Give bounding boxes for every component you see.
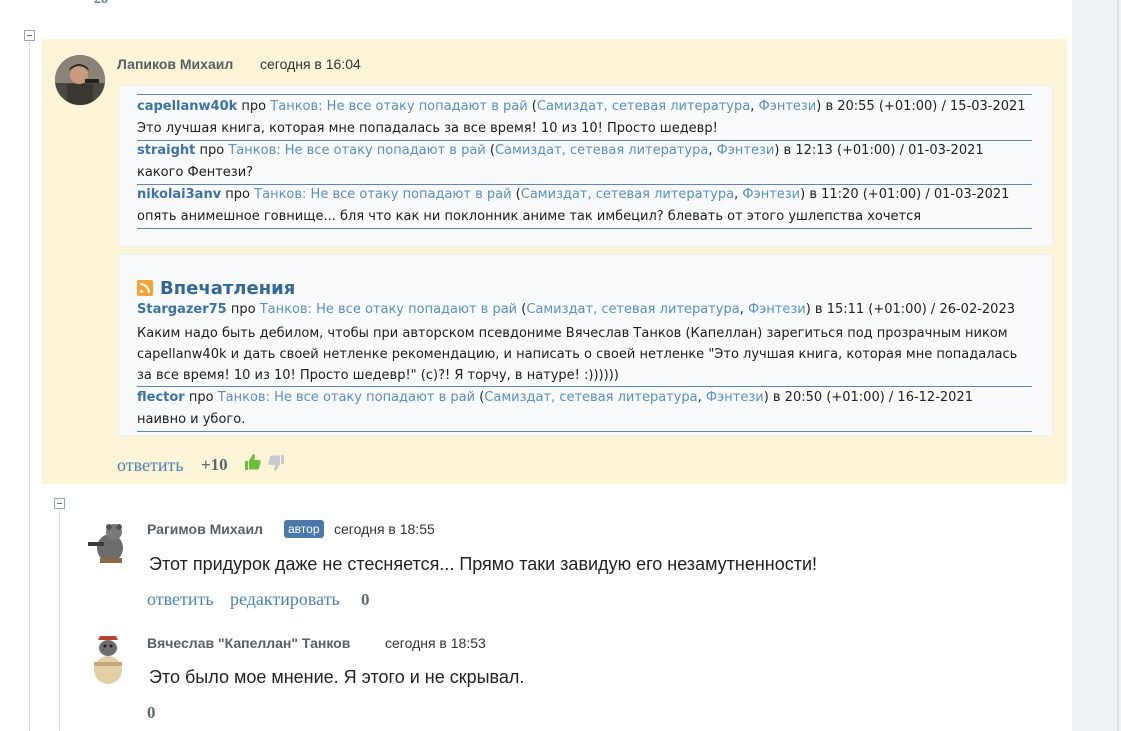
text: про [226,302,260,317]
review-date: ) в 15:11 (+01:00) / 26-02-2023 [805,302,1015,317]
text: , [697,390,706,405]
text: ( [517,302,527,317]
review-date: ) в 11:20 (+01:00) / 01-03-2021 [800,187,1010,202]
reviewer-name: capellanw40k [137,99,238,114]
separator [137,94,1032,95]
embedded-screenshot-impressions: Впечатления Stargazer75 про Танков: Не в… [120,255,1052,435]
comment-time: сегодня в 18:55 [334,521,435,537]
text: про [221,187,255,202]
reviewer-name: straight [137,143,196,158]
text: , [739,302,748,317]
review-date: ) в 20:55 (+01:00) / 15-03-2021 [816,99,1026,114]
avatar [55,55,105,105]
comment-score: +10 [201,455,228,474]
page-margin [1072,0,1121,731]
genre: Фэнтези [758,99,817,114]
collapse-toggle-icon[interactable] [54,498,65,509]
review-text-line: Каким надо быть дебилом, чтобы при автор… [137,326,1008,341]
genre: Самиздат, сетевая литература [484,390,698,405]
book-author: Танков: [254,187,311,202]
previous-score: 28 [94,0,108,8]
text: ( [485,143,495,158]
reviewer-name: nikolai3anv [137,187,222,202]
text: про [184,390,218,405]
review-text-line: наивно и убого. [137,412,246,427]
rss-icon [137,280,153,296]
embedded-screenshot-reviews: capellanw40k про Танков: Не все отаку по… [120,86,1052,246]
review-header: straight про Танков: Не все отаку попада… [137,143,1032,158]
reply-link[interactable]: ответить [147,589,214,610]
review-header: nikolai3anv про Танков: Не все отаку поп… [137,187,1032,202]
comment-author[interactable]: Вячеслав "Капеллан" Танков [147,635,350,651]
comment-body: Этот придурок даже не стесняется... Прям… [149,554,818,574]
comment-score: 0 [147,703,156,722]
comment-author[interactable]: Лапиков Михаил [117,56,233,72]
separator [137,140,1032,141]
review-text-line: за все время! 10 из 10! Просто шедевр!" … [137,368,619,383]
separator [137,386,1032,387]
thumbs-down-icon[interactable] [267,454,285,477]
impressions-title: Впечатления [160,278,296,299]
book-title: Не все отаку попадают в рай [284,143,486,158]
reviewer-name: Stargazer75 [137,302,227,317]
review-header: capellanw40k про Танков: Не все отаку по… [137,99,1032,114]
text: ( [527,99,537,114]
review-text: Это лучшая книга, которая мне попадалась… [137,121,718,136]
book-title: Не все отаку попадают в рай [274,390,476,405]
book-author: Танков: [217,390,275,405]
separator [137,184,1032,185]
book-author: Танков: [270,99,327,114]
author-badge: автор [284,520,324,538]
genre: Самиздат, сетевая литература [520,187,735,202]
text: про [237,99,271,114]
book-author: Танков: [228,143,285,158]
comment-score: 0 [361,590,370,609]
collapse-toggle-icon[interactable] [24,30,35,41]
text: , [708,143,717,158]
comments-page: 28 Лапиков Михаил сегодня в 16:04 capell… [0,0,1072,731]
genre: Самиздат, сетевая литература [526,302,740,317]
comment-author[interactable]: Рагимов Михаил [147,521,263,537]
review-date: ) в 12:13 (+01:00) / 01-03-2021 [774,143,984,158]
separator [137,228,1032,229]
text: , [750,99,759,114]
scrollbar-track[interactable] [1117,0,1119,731]
review-header: Stargazer75 про Танков: Не все отаку поп… [137,302,1032,317]
genre: Самиздат, сетевая литература [536,99,751,114]
thread-line [29,42,30,731]
comment-body: Это было мое мнение. Я этого и не скрыва… [149,667,525,687]
genre: Фэнтези [742,187,801,202]
impressions-heading: Впечатления [137,278,295,299]
genre: Самиздат, сетевая литература [494,143,709,158]
text: про [195,143,229,158]
review-header: flector про Танков: Не все отаку попадаю… [137,390,1032,405]
review-text: какого Фентези? [137,165,254,180]
genre: Фэнтези [716,143,775,158]
book-title: Не все отаку попадают в рай [326,99,528,114]
comment-time: сегодня в 16:04 [260,56,361,72]
book-title: Не все отаку попадают в рай [316,302,518,317]
text: ( [475,390,485,405]
avatar [84,632,132,688]
comment-time: сегодня в 18:53 [385,635,486,651]
thread-line [59,510,60,731]
reviewer-name: flector [137,390,185,405]
reply-link[interactable]: ответить [117,455,184,476]
review-date: ) в 20:50 (+01:00) / 16-12-2021 [763,390,973,405]
avatar [84,518,132,566]
genre: Фэнтези [705,390,764,405]
text: ( [511,187,521,202]
thumbs-up-icon[interactable] [244,453,262,476]
book-title: Не все отаку попадают в рай [310,187,512,202]
separator [137,431,1032,432]
comment-highlighted: Лапиков Михаил сегодня в 16:04 capellanw… [42,39,1067,484]
review-text: опять анимешное говнище... бля что как н… [137,209,922,224]
edit-link[interactable]: редактировать [230,589,340,610]
book-author: Танков: [259,302,317,317]
genre: Фэнтези [747,302,806,317]
review-text-line: capellanw40k и дать своей нетленке реком… [137,347,1018,362]
